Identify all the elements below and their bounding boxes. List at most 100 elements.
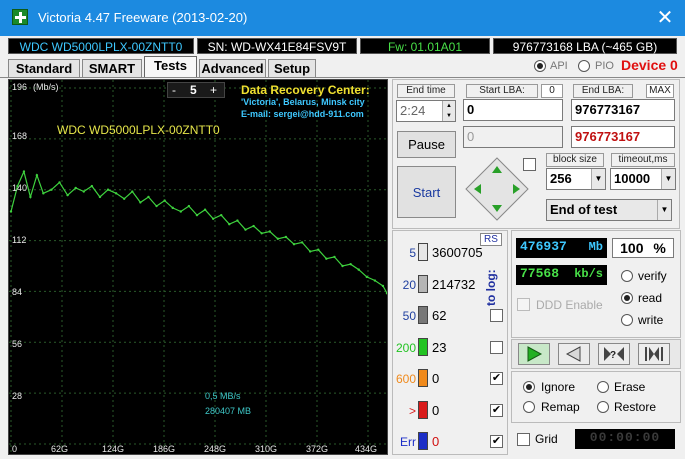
speed-point (211, 217, 215, 220)
y-tick-label: 112 (12, 235, 27, 245)
percent-unit: % (653, 240, 666, 256)
to-log-checkbox[interactable] (490, 341, 503, 354)
start-button[interactable]: Start (397, 166, 456, 218)
start-lba-zero-button[interactable]: 0 (541, 84, 563, 98)
pio-radio[interactable] (578, 60, 590, 72)
tab-standard[interactable]: Standard (8, 59, 80, 77)
api-label: API (550, 60, 568, 72)
speed-point (236, 219, 239, 222)
drive-model-field: WDC WD5000LPLX-00ZNTT0 (8, 38, 194, 54)
read-radio[interactable] (621, 292, 633, 304)
y-tick-label: 28 (12, 391, 23, 401)
y-tick-label: 56 (12, 339, 23, 349)
tab-setup[interactable]: Setup (268, 59, 316, 77)
speed-point (35, 173, 39, 177)
step-icon (645, 347, 663, 361)
step-button[interactable] (638, 343, 670, 365)
speed-point (381, 284, 385, 288)
speed-point (284, 235, 288, 239)
timeout-value: 10000 (614, 171, 651, 186)
break-all-icon: ? (604, 347, 624, 361)
end-lba-field[interactable]: 976773167 (571, 99, 675, 121)
to-log-checkbox[interactable]: ✔ (490, 372, 503, 385)
to-log-checkbox[interactable]: ✔ (490, 435, 503, 448)
mb-value: 476937 (520, 239, 567, 254)
chevron-down-icon: ▼ (661, 169, 675, 189)
grid-checkbox[interactable] (517, 433, 530, 446)
x-tick-label: 248G (204, 444, 227, 454)
speed-point (114, 192, 118, 195)
ignore-radio[interactable] (523, 381, 535, 393)
action-select[interactable]: End of test ▼ (546, 199, 672, 221)
break-all-button[interactable]: ? (598, 343, 630, 365)
write-radio[interactable] (621, 314, 633, 326)
speed-point (268, 230, 271, 233)
percent-value: 100 (620, 240, 644, 256)
drc-email[interactable]: E-mail: sergei@hdd-911.com (241, 109, 364, 119)
graph-drive-label: WDC WD5000LPLX-00ZNTT0 (57, 123, 220, 137)
zoom-control: - 5 + (167, 82, 225, 98)
y-tick-label: 84 (12, 287, 23, 297)
tab-advanced[interactable]: Advanced (199, 59, 266, 77)
direction-checkbox[interactable] (523, 158, 536, 171)
pause-button[interactable]: Pause (397, 131, 456, 158)
api-radio[interactable] (534, 60, 546, 72)
speed-point (147, 195, 150, 199)
erase-radio[interactable] (597, 381, 609, 393)
speed-point (195, 213, 199, 217)
verify-radio[interactable] (621, 270, 633, 282)
block-size-value: 256 (550, 171, 572, 186)
x-tick-label: 62G (51, 444, 69, 454)
window-title: Victoria 4.47 Freeware (2013-02-20) (38, 10, 248, 25)
speed-point (228, 223, 231, 226)
speed-point (365, 275, 368, 279)
to-log-checkbox[interactable] (490, 309, 503, 322)
speed-graph: 196 (Mb/s) 168 140 112 84 56 28 0 62G 12… (8, 79, 388, 455)
x-tick-label: 0 (12, 444, 18, 454)
zoom-minus-button[interactable]: - (172, 83, 176, 97)
tab-smart[interactable]: SMART (82, 59, 142, 77)
chevron-down-icon: ▼ (591, 169, 605, 189)
back-button[interactable] (558, 343, 590, 365)
direction-pad[interactable] (464, 156, 530, 222)
tab-tests[interactable]: Tests (144, 56, 197, 77)
mb-counter: 476937 Mb (516, 238, 607, 258)
remap-radio[interactable] (523, 401, 535, 413)
x-tick-label: 186G (153, 444, 176, 454)
speed-point (139, 201, 142, 204)
write-label: write (638, 313, 664, 327)
speed-point (123, 197, 126, 200)
timeout-select[interactable]: 10000 ▼ (610, 168, 676, 190)
zoom-plus-button[interactable]: + (210, 83, 217, 97)
restore-radio[interactable] (597, 401, 609, 413)
device-label: Device 0 (621, 57, 678, 73)
speed-point (276, 237, 280, 240)
speed-point (325, 257, 328, 260)
block-size-label: block size (546, 153, 604, 167)
to-log-checkbox[interactable]: ✔ (490, 404, 503, 417)
speed-point (90, 184, 94, 188)
speed-point (244, 228, 247, 231)
max-lba-button[interactable]: MAX (646, 84, 674, 98)
y-unit-label: (Mb/s) (33, 82, 59, 92)
erase-label: Erase (614, 380, 646, 394)
speed-point (373, 279, 377, 282)
end-time-spinner[interactable]: ▲ ▼ (442, 101, 455, 121)
legend-count: 3600705 (432, 245, 483, 260)
play-button[interactable] (518, 343, 550, 365)
start-lba-field[interactable]: 0 (463, 99, 563, 121)
pio-label: PIO (595, 60, 614, 72)
back-icon (565, 346, 581, 362)
ddd-enable-checkbox[interactable] (517, 298, 530, 311)
speed-point (22, 170, 26, 173)
close-button[interactable]: ✕ (650, 6, 680, 30)
block-size-select[interactable]: 256 ▼ (546, 168, 606, 190)
drc-location: 'Victoria', Belarus, Minsk city (241, 97, 365, 107)
speed-point (292, 243, 296, 246)
speed-point (131, 190, 134, 193)
legend-color-swatch (418, 432, 428, 450)
speed-point (260, 232, 263, 235)
rs-button[interactable]: RS (480, 233, 502, 246)
legend-threshold: 50 (402, 309, 416, 323)
legend-color-swatch (418, 243, 428, 261)
